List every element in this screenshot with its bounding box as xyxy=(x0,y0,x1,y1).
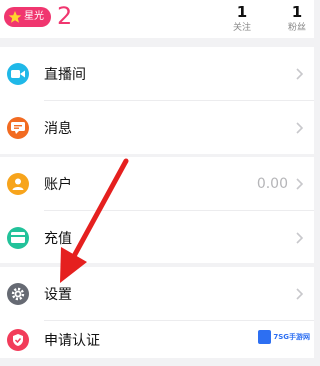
watermark-text: 7SG手游网 xyxy=(273,333,310,341)
watermark-logo-icon xyxy=(258,330,272,344)
menu-item-label: 申请认证 xyxy=(44,332,100,349)
following-stat[interactable]: 1 关注 xyxy=(222,4,262,34)
menu-item-label: 账户 xyxy=(44,176,72,193)
message-icon xyxy=(7,116,29,139)
verify-icon xyxy=(7,328,29,351)
chevron-right-icon xyxy=(296,177,304,190)
menu-item-live-room[interactable]: 直播间 xyxy=(0,47,314,100)
chevron-right-icon xyxy=(296,121,304,134)
menu-item-label: 直播间 xyxy=(44,66,86,83)
chevron-right-icon xyxy=(296,67,304,80)
fans-stat[interactable]: 1 粉丝 xyxy=(277,4,317,34)
following-count: 1 xyxy=(236,3,248,21)
menu-item-label: 充值 xyxy=(44,230,72,247)
menu-group-1: 直播间 消息 xyxy=(0,47,314,154)
account-balance: 0.00 xyxy=(256,175,288,192)
card-icon xyxy=(7,226,29,249)
menu-group-2: 账户 0.00 充值 xyxy=(0,157,314,263)
fans-count: 1 xyxy=(291,3,303,21)
fans-label: 粉丝 xyxy=(287,23,306,33)
video-camera-icon xyxy=(7,62,29,85)
menu-item-label: 消息 xyxy=(44,120,72,137)
following-label: 关注 xyxy=(232,23,251,33)
star-icon xyxy=(8,11,22,23)
level-number: 2 xyxy=(57,2,73,30)
menu-item-messages[interactable]: 消息 xyxy=(0,101,314,154)
chevron-right-icon xyxy=(296,287,304,300)
watermark: 7SG手游网 xyxy=(258,328,310,346)
level-badge[interactable]: 星光 xyxy=(4,7,51,27)
menu-item-recharge[interactable]: 充值 xyxy=(0,211,314,264)
profile-header: 星光 2 1 关注 1 粉丝 xyxy=(0,0,314,38)
menu-item-label: 设置 xyxy=(44,286,72,303)
user-icon xyxy=(7,172,29,195)
chevron-right-icon xyxy=(296,231,304,244)
menu-item-account[interactable]: 账户 0.00 xyxy=(0,157,314,210)
badge-label: 星光 xyxy=(24,11,44,22)
gear-icon xyxy=(7,282,29,305)
